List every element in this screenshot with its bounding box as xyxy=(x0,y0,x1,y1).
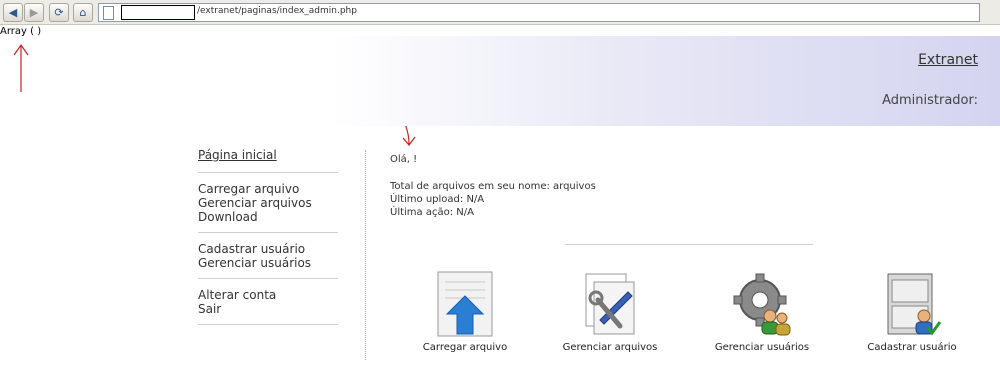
sidebar-item-change-account[interactable]: Alterar conta xyxy=(198,288,338,302)
sidebar-group-users: Cadastrar usuário Gerenciar usuários xyxy=(198,242,338,279)
upload-document-icon xyxy=(437,271,493,337)
shortcut-manage-users-label: Gerenciar usuários xyxy=(714,342,810,353)
sidebar-item-manage-files[interactable]: Gerenciar arquivos xyxy=(198,196,338,210)
browser-toolbar: ◀ ▶ ⟳ ⌂ /extranet/paginas/index_admin.ph… xyxy=(0,0,1000,25)
sidebar-nav: Página inicial Carregar arquivo Gerencia… xyxy=(198,148,338,334)
address-host-redacted xyxy=(121,5,195,20)
vertical-divider xyxy=(365,150,366,360)
sidebar-item-manage-users[interactable]: Gerenciar usuários xyxy=(198,256,338,270)
forward-arrow-icon[interactable]: ▶ xyxy=(24,3,44,22)
sidebar-item-register-user[interactable]: Cadastrar usuário xyxy=(198,242,338,256)
shortcut-row: Carregar arquivo Gerenciar arquivos Gere… xyxy=(380,270,990,370)
page-icon xyxy=(103,6,114,20)
gear-users-icon xyxy=(733,273,791,336)
shortcut-manage-files-label: Gerenciar arquivos xyxy=(562,342,658,353)
sidebar-item-download[interactable]: Download xyxy=(198,210,338,224)
main-summary: Olá, ! Total de arquivos em seu nome: ar… xyxy=(390,153,596,219)
register-user-cabinet-icon xyxy=(887,273,942,336)
debug-output: Array ( ) xyxy=(0,26,42,37)
sidebar-group-home: Página inicial xyxy=(198,148,338,173)
greeting: Olá, ! xyxy=(390,154,418,165)
brand-link[interactable]: Extranet xyxy=(918,52,978,68)
content-divider xyxy=(565,244,813,245)
sidebar-item-upload[interactable]: Carregar arquivo xyxy=(198,182,338,196)
address-bar[interactable]: /extranet/paginas/index_admin.php xyxy=(98,3,980,22)
shortcut-upload-label: Carregar arquivo xyxy=(422,342,508,353)
sidebar-item-logout[interactable]: Sair xyxy=(198,302,338,316)
header-band xyxy=(330,36,1000,126)
home-icon[interactable]: ⌂ xyxy=(73,3,93,22)
annotation-arrow-up-icon xyxy=(13,43,29,92)
sidebar-item-home[interactable]: Página inicial xyxy=(198,148,338,162)
sidebar-group-account: Alterar conta Sair xyxy=(198,288,338,325)
reload-icon[interactable]: ⟳ xyxy=(49,3,69,22)
last-upload: Último upload: N/A xyxy=(390,194,485,205)
manage-files-tools-icon xyxy=(585,273,635,335)
address-path: /extranet/paginas/index_admin.php xyxy=(197,6,357,16)
role-label: Administrador: xyxy=(882,93,978,108)
sidebar-group-files: Carregar arquivo Gerenciar arquivos Down… xyxy=(198,182,338,233)
shortcut-register-user-label: Cadastrar usuário xyxy=(867,342,957,353)
back-arrow-icon[interactable]: ◀ xyxy=(3,3,23,22)
last-action: Última ação: N/A xyxy=(390,207,474,218)
total-files: Total de arquivos em seu nome: arquivos xyxy=(390,181,596,192)
